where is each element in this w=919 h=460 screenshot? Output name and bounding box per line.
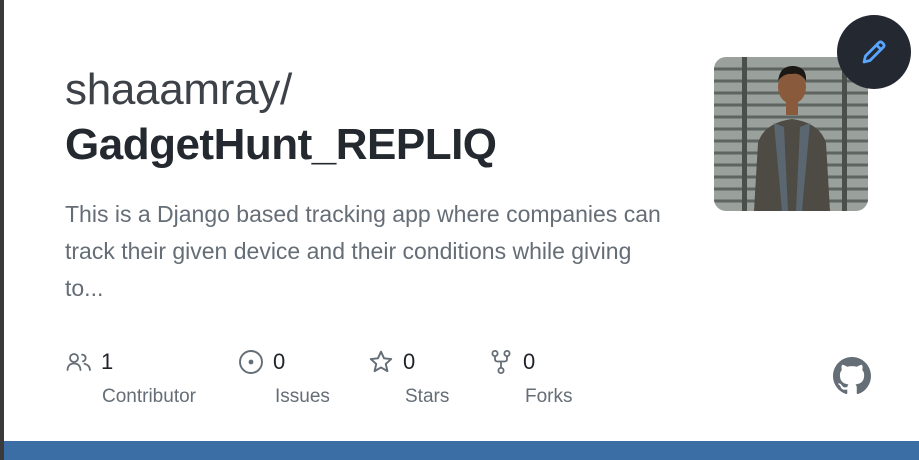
- contributors-count: 1: [101, 349, 114, 374]
- owner-avatar[interactable]: [714, 57, 868, 211]
- repo-description: This is a Django based tracking app wher…: [65, 201, 661, 301]
- avatar-photo: [714, 57, 868, 211]
- issues-count: 0: [273, 349, 286, 374]
- issue-opened-icon: [237, 348, 265, 376]
- forks-count: 0: [523, 349, 536, 374]
- star-icon: [367, 348, 395, 376]
- repo-name[interactable]: GadgetHunt_REPLIQ: [65, 118, 497, 172]
- issues-label: Issues: [275, 386, 330, 407]
- stars-label: Stars: [405, 386, 450, 407]
- stat-stars[interactable]: 0 Stars: [367, 346, 449, 408]
- people-icon: [65, 348, 93, 376]
- pencil-icon: [862, 40, 886, 64]
- repo-forked-icon: [487, 348, 515, 376]
- repo-owner[interactable]: shaaamray/: [65, 64, 292, 116]
- stat-contributors[interactable]: 1 Contributor: [65, 346, 196, 408]
- stat-forks[interactable]: 0 Forks: [487, 346, 573, 408]
- stars-count: 0: [403, 349, 416, 374]
- edit-button[interactable]: [837, 15, 911, 89]
- window-left-edge: [0, 0, 4, 460]
- github-logo-icon[interactable]: [833, 357, 871, 395]
- forks-label: Forks: [525, 386, 573, 407]
- stat-issues[interactable]: 0 Issues: [237, 346, 330, 408]
- contributors-label: Contributor: [102, 386, 196, 407]
- language-bar: [4, 441, 919, 460]
